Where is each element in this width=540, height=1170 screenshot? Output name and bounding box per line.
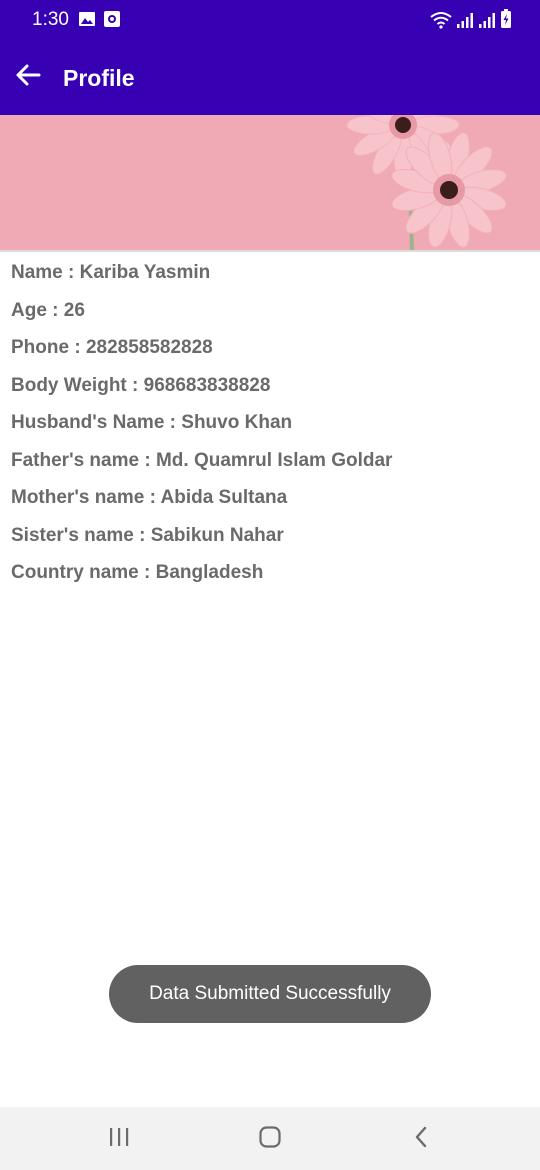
profile-details: Name : Kariba Yasmin Age : 26 Phone : 28… bbox=[11, 262, 531, 600]
home-button[interactable] bbox=[240, 1119, 300, 1159]
profile-country-name: Country name : Bangladesh bbox=[11, 562, 264, 583]
image-notification-icon bbox=[78, 10, 96, 28]
signal-icon bbox=[478, 11, 496, 34]
profile-body-weight: Body Weight : 968683838828 bbox=[11, 374, 271, 396]
status-bar: 1:30 bbox=[0, 0, 540, 40]
profile-age: Age : 26 bbox=[11, 299, 85, 321]
status-icons bbox=[430, 9, 512, 34]
home-icon bbox=[258, 1125, 282, 1154]
app-bar: Profile bbox=[0, 40, 540, 115]
pink-gerbera-flowers-banner bbox=[0, 115, 540, 252]
profile-name: Name : Kariba Yasmin bbox=[11, 262, 211, 283]
recent-apps-icon bbox=[108, 1126, 130, 1153]
back-nav-button[interactable] bbox=[391, 1119, 451, 1159]
toast-text: Data Submitted Successfully bbox=[149, 983, 391, 1004]
profile-banner-image bbox=[0, 115, 540, 252]
arrow-left-icon bbox=[15, 62, 41, 93]
profile-husband-name: Husband's Name : Shuvo Khan bbox=[11, 412, 293, 433]
screenshot-notification-icon bbox=[103, 10, 121, 28]
profile-mother-name: Mother's name : Abida Sultana bbox=[11, 487, 288, 508]
back-button[interactable] bbox=[6, 52, 50, 102]
profile-phone: Phone : 282858582828 bbox=[11, 337, 213, 358]
recent-apps-button[interactable] bbox=[89, 1119, 149, 1159]
page-title: Profile bbox=[63, 65, 135, 91]
back-icon bbox=[411, 1125, 431, 1154]
signal-icon bbox=[456, 11, 474, 34]
wifi-icon bbox=[430, 11, 452, 34]
system-nav-bar bbox=[0, 1107, 540, 1170]
profile-sister-name: Sister's name : Sabikun Nahar bbox=[11, 524, 284, 546]
toast-message: Data Submitted Successfully bbox=[109, 965, 431, 1023]
profile-father-name: Father's name : Md. Quamrul Islam Goldar bbox=[11, 449, 393, 471]
battery-charging-icon bbox=[500, 9, 512, 34]
status-time: 1:30 bbox=[32, 9, 69, 30]
